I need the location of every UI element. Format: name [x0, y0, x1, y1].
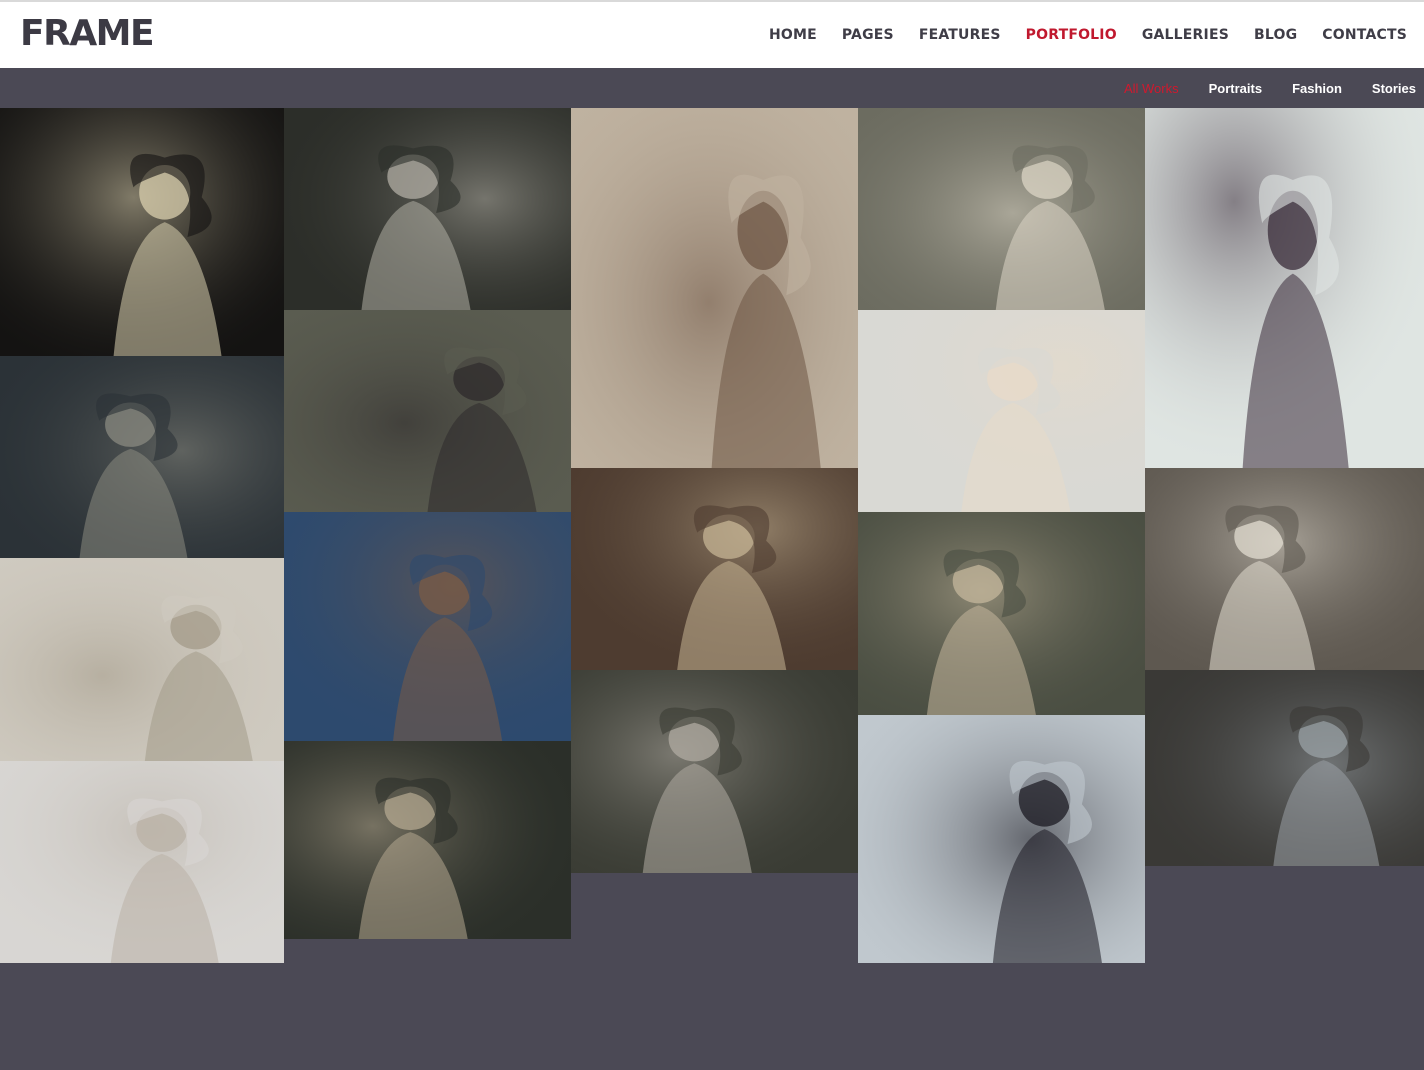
portfolio-item-story-perfume-sunlight[interactable] — [571, 468, 858, 670]
portfolio-item-portrait-white-curls[interactable] — [0, 761, 284, 963]
portfolio-photo — [1145, 108, 1424, 468]
portfolio-item-portrait-black-hair[interactable] — [858, 715, 1145, 963]
nav-item-blog[interactable]: BLOG — [1254, 27, 1297, 43]
nav-item-home[interactable]: HOME — [769, 27, 817, 43]
portfolio-item-story-fairy-ruins[interactable] — [858, 108, 1145, 310]
portfolio-photo — [0, 761, 284, 963]
portfolio-filter-bar: All Works Portraits Fashion Stories — [0, 68, 1424, 108]
portfolio-photo — [284, 512, 571, 741]
portfolio-photo — [284, 741, 571, 939]
portfolio-photo — [0, 558, 284, 761]
portfolio-item-story-antique-shop[interactable] — [284, 108, 571, 310]
nav-item-contacts[interactable]: CONTACTS — [1322, 27, 1407, 43]
filter-portraits[interactable]: Portraits — [1209, 81, 1262, 96]
nav-item-pages[interactable]: PAGES — [842, 27, 894, 43]
portfolio-photo — [284, 108, 571, 310]
portfolio-photo — [571, 108, 858, 468]
portfolio-item-story-ruined-hall[interactable] — [858, 512, 1145, 715]
nav-item-features[interactable]: FEATURES — [919, 27, 1001, 43]
portfolio-item-portrait-lace-garden[interactable] — [1145, 468, 1424, 670]
filter-list: All Works Portraits Fashion Stories — [1124, 68, 1416, 108]
portfolio-photo — [858, 108, 1145, 310]
portfolio-photo — [858, 310, 1145, 512]
portfolio-photo — [284, 310, 571, 512]
portfolio-photo — [1145, 468, 1424, 670]
nav-item-portfolio[interactable]: PORTFOLIO — [1026, 27, 1117, 43]
portfolio-photo — [858, 715, 1145, 963]
portfolio-photo — [0, 356, 284, 558]
portfolio-photo — [571, 468, 858, 670]
portfolio-item-story-snow-globe[interactable] — [1145, 670, 1424, 866]
nav-item-galleries[interactable]: GALLERIES — [1142, 27, 1229, 43]
portfolio-item-portrait-mirror-lipstick[interactable] — [858, 310, 1145, 512]
site-logo[interactable]: FRAME — [20, 13, 155, 54]
portfolio-photo — [1145, 670, 1424, 866]
portfolio-photo — [571, 670, 858, 873]
site-header: FRAME HOME PAGES FEATURES PORTFOLIO GALL… — [0, 2, 1424, 68]
main-nav: HOME PAGES FEATURES PORTFOLIO GALLERIES … — [769, 2, 1407, 68]
portfolio-photo — [858, 512, 1145, 715]
portfolio-item-fashion-two-women-dresses[interactable] — [571, 108, 858, 468]
portfolio-item-portrait-dark-table[interactable] — [0, 356, 284, 558]
portfolio-item-fashion-fur-hat-horse[interactable] — [284, 310, 571, 512]
filter-fashion[interactable]: Fashion — [1292, 81, 1342, 96]
filter-all-works[interactable]: All Works — [1124, 81, 1179, 96]
filter-stories[interactable]: Stories — [1372, 81, 1416, 96]
portfolio-item-story-two-women-forest[interactable] — [284, 741, 571, 939]
portfolio-photo — [0, 108, 284, 356]
portfolio-item-story-reeds-water[interactable] — [571, 670, 858, 873]
portfolio-item-portrait-curly-brunette[interactable] — [284, 512, 571, 741]
portfolio-item-portrait-windblown-blonde[interactable] — [0, 108, 284, 356]
portfolio-item-fashion-avant-garde-hair[interactable] — [1145, 108, 1424, 468]
portfolio-grid — [0, 108, 1424, 1070]
portfolio-item-fashion-paper-dress[interactable] — [0, 558, 284, 761]
